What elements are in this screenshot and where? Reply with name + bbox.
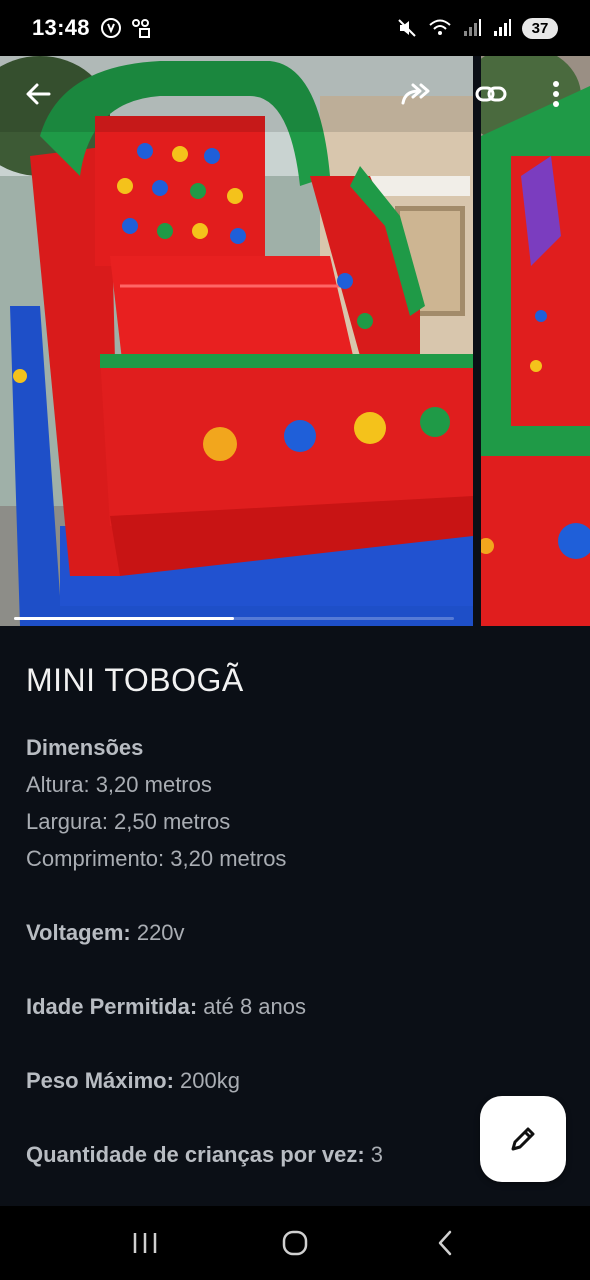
status-bar: 13:48 37 bbox=[0, 0, 590, 56]
nav-back-button[interactable] bbox=[415, 1213, 475, 1273]
voltage-line: Voltagem: 220v bbox=[26, 914, 564, 951]
carousel-progress bbox=[14, 617, 454, 620]
share-forward-icon bbox=[401, 83, 430, 105]
back-button[interactable] bbox=[14, 70, 62, 118]
image-carousel[interactable] bbox=[0, 56, 590, 626]
width-line: Largura: 2,50 metros bbox=[26, 809, 231, 834]
voltage-value: 220v bbox=[130, 920, 185, 945]
carousel-progress-fill bbox=[14, 617, 234, 620]
link-icon bbox=[475, 86, 507, 102]
notification-icon bbox=[131, 19, 150, 38]
inflatable-slide-photo bbox=[481, 56, 590, 626]
more-options-button[interactable] bbox=[532, 70, 580, 118]
dimensions-label: Dimensões bbox=[26, 735, 144, 760]
mute-icon bbox=[398, 19, 416, 37]
kids-label: Quantidade de crianças por vez: bbox=[26, 1142, 365, 1167]
status-time: 13:48 bbox=[32, 15, 90, 40]
carousel-gap bbox=[473, 56, 481, 626]
whatsapp-icon bbox=[100, 18, 121, 38]
edit-button[interactable] bbox=[480, 1096, 566, 1182]
system-nav-bar bbox=[0, 1206, 590, 1280]
product-title: MINI TOBOGÃ bbox=[26, 662, 244, 698]
copy-link-button[interactable] bbox=[467, 70, 515, 118]
home-button[interactable] bbox=[265, 1213, 325, 1273]
age-value: até 8 anos bbox=[197, 994, 307, 1019]
share-button[interactable] bbox=[392, 70, 440, 118]
more-vertical-icon bbox=[553, 81, 559, 107]
carousel-image-main[interactable] bbox=[0, 56, 473, 626]
status-left-icons bbox=[100, 17, 152, 39]
kids-value: 3 bbox=[364, 1142, 384, 1167]
nav-back-icon bbox=[438, 1230, 452, 1256]
weight-line: Peso Máximo: 200kg bbox=[26, 1062, 564, 1099]
edit-pencil-icon bbox=[511, 1127, 535, 1151]
voltage-label: Voltagem: bbox=[26, 920, 131, 945]
age-label: Idade Permitida: bbox=[26, 994, 198, 1019]
back-arrow-icon bbox=[26, 83, 51, 105]
carousel-image-next[interactable] bbox=[481, 56, 590, 626]
recents-button[interactable] bbox=[115, 1213, 175, 1273]
signal-icon bbox=[494, 19, 511, 36]
home-icon bbox=[282, 1230, 308, 1256]
length-line: Comprimento: 3,20 metros bbox=[26, 846, 287, 871]
weight-label: Peso Máximo: bbox=[26, 1068, 174, 1093]
status-right-icons: 37 bbox=[396, 17, 558, 39]
top-actions bbox=[0, 56, 590, 132]
height-line: Altura: 3,20 metros bbox=[26, 772, 212, 797]
battery-indicator: 37 bbox=[522, 17, 558, 39]
weight-value: 200kg bbox=[173, 1068, 240, 1093]
age-line: Idade Permitida: até 8 anos bbox=[26, 988, 564, 1025]
signal-icon bbox=[464, 19, 481, 36]
wifi-icon bbox=[429, 19, 451, 35]
recents-icon bbox=[133, 1233, 157, 1253]
inflatable-slide-photo bbox=[0, 56, 473, 626]
